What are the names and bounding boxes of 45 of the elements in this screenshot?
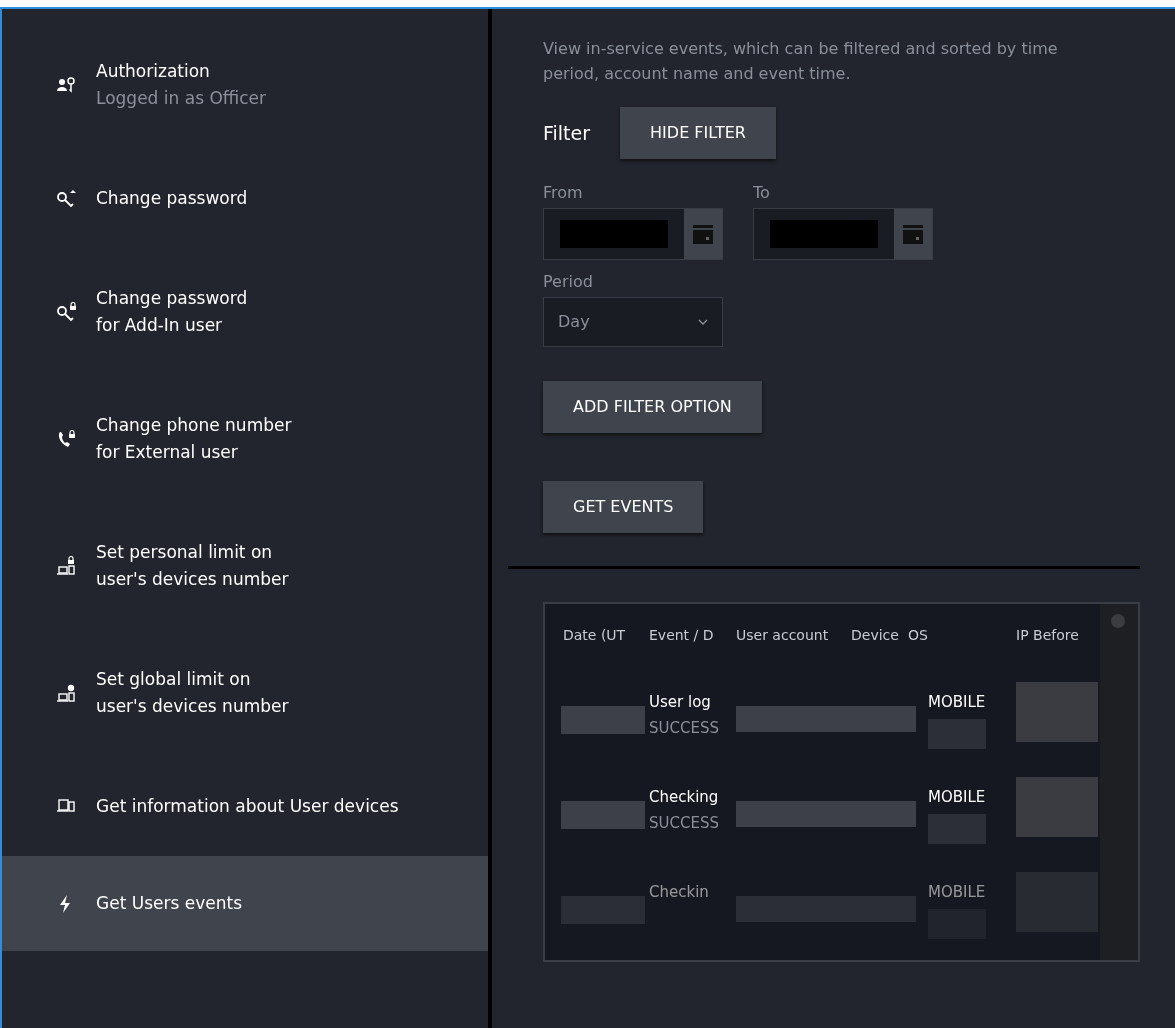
table-cell-text: Checking: [649, 787, 720, 806]
scrollbar-thumb[interactable]: [1111, 613, 1125, 628]
add-filter-option-button[interactable]: ADD FILTER OPTION: [543, 380, 762, 433]
scrollbar[interactable]: [1100, 603, 1138, 960]
table-cell-text: MOBILE: [928, 787, 987, 806]
redaction-block: [928, 718, 986, 749]
sidebar-item[interactable]: Set personal limit on user's devices number: [2, 502, 488, 629]
column-header[interactable]: Date (UT: [563, 626, 649, 643]
period-dropdown[interactable]: Day: [543, 296, 723, 347]
to-label: To: [753, 182, 771, 202]
description-text: View in-service events, which can be filtered and sorted by time period, account name and event time.: [543, 38, 1059, 85]
column-header[interactable]: Device: [851, 626, 908, 643]
table-cell-text: SUCCESS: [649, 718, 720, 737]
sidebar-item[interactable]: Change password for Add-In user: [2, 248, 488, 375]
key-icon: [56, 188, 76, 208]
get-events-button[interactable]: GET EVENTS: [543, 480, 704, 533]
key-lock-icon: [56, 301, 76, 322]
sidebar-item[interactable]: Get Users events: [2, 856, 488, 951]
table-cell-text: User log: [649, 692, 712, 711]
column-header[interactable]: Event / D: [649, 626, 736, 643]
column-header[interactable]: IP Before: [1016, 626, 1100, 643]
hide-filter-button[interactable]: HIDE FILTER: [620, 106, 776, 159]
user-key-icon: [56, 74, 76, 95]
table-cell-text: MOBILE: [928, 692, 987, 711]
calendar-icon: [902, 222, 924, 245]
table-cell-text: Checkin: [649, 882, 710, 901]
from-date-field[interactable]: [543, 207, 723, 260]
redaction-block: [928, 813, 986, 844]
calendar-icon: [692, 222, 714, 245]
table-cell-text: MOBILE: [928, 882, 987, 901]
phone-lock-icon: [56, 428, 76, 449]
to-date-field[interactable]: [753, 207, 933, 260]
sidebar-item[interactable]: Set global limit on user's devices number: [2, 629, 488, 756]
from-label: From: [543, 182, 584, 202]
sidebar-item[interactable]: Change phone number for External user: [2, 375, 488, 502]
sidebar-item[interactable]: Change password: [2, 148, 488, 248]
devices-lock-icon: [56, 555, 76, 576]
column-header[interactable]: User account: [736, 626, 851, 643]
sidebar-item[interactable]: Get information about User devices: [2, 756, 488, 856]
sidebar-item[interactable]: Authorization Logged in as Officer: [2, 21, 488, 148]
column-header[interactable]: OS: [908, 626, 1016, 643]
chevron-down-icon: [698, 317, 708, 326]
period-label: Period: [543, 271, 594, 291]
filter-label: Filter: [543, 121, 591, 144]
table-cell-text: SUCCESS: [649, 813, 720, 832]
